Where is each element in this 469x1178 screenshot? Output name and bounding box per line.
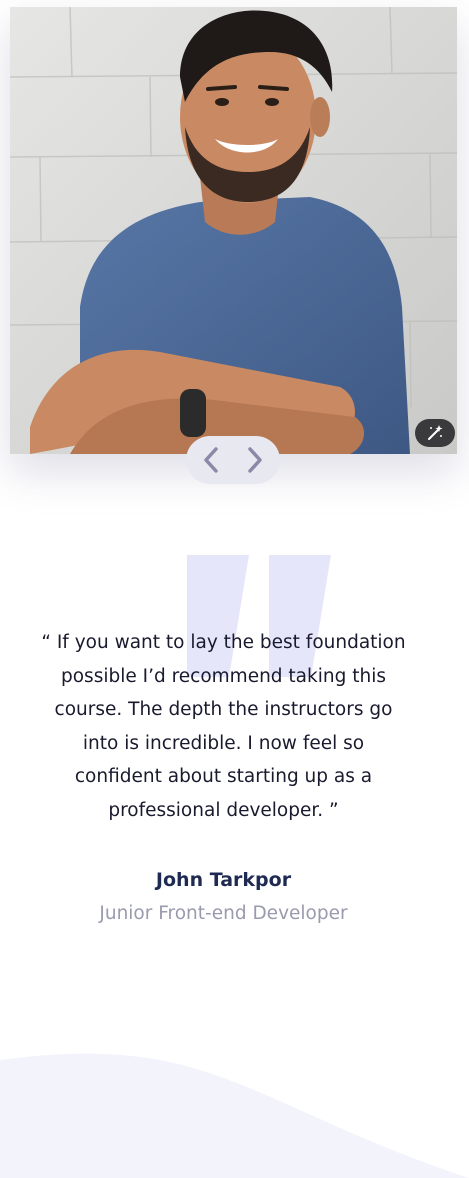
next-button[interactable] bbox=[236, 441, 274, 479]
chevron-left-icon bbox=[204, 447, 218, 473]
slider-navigation bbox=[186, 436, 280, 484]
testimonial-quote: “ If you want to lay the best foundation… bbox=[41, 632, 406, 821]
previous-button[interactable] bbox=[192, 441, 230, 479]
portrait-photo bbox=[10, 7, 457, 454]
magic-wand-icon bbox=[428, 425, 443, 440]
testimonial-photo bbox=[10, 7, 457, 454]
author-name: John Tarkpor bbox=[155, 869, 292, 891]
magic-wand-button[interactable] bbox=[415, 419, 455, 447]
chevron-right-icon bbox=[248, 447, 262, 473]
decorative-wave bbox=[0, 1053, 469, 1178]
author-role: Junior Front-end Developer bbox=[99, 903, 348, 924]
